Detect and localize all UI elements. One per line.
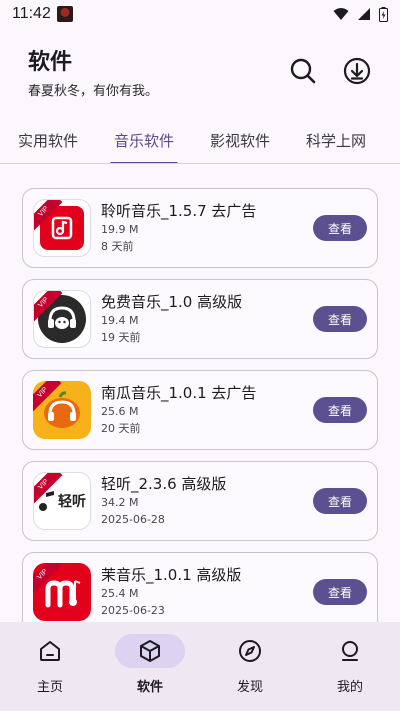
nav-pill [315,634,385,668]
notification-app-icon [56,6,73,22]
m-note-icon [45,580,81,608]
profile-icon [342,641,358,661]
app-size: 25.6 M [101,405,139,418]
bottom-navigation: 主页 软件 发现 我的 [0,622,400,711]
app-icon-pumpkin-music: VIP [33,381,91,439]
tab-wallpaper[interactable]: 壁 [384,118,400,163]
battery-icon [379,6,388,22]
nav-discover[interactable]: 发现 [200,634,300,711]
app-list: VIP 聆听音乐_1.5.7 去广告 19.9 M 8 天前 查看 VIP 免费… [22,188,378,643]
app-size: 25.4 M [101,587,139,600]
headphone-cat-icon [48,306,76,329]
tab-vpn[interactable]: 科学上网 [288,118,384,163]
view-button[interactable]: 查看 [313,579,367,605]
nav-profile[interactable]: 我的 [300,634,400,711]
status-time: 11:42 [12,5,51,22]
app-name: 南瓜音乐_1.0.1 去广告 [101,384,257,402]
app-size: 19.4 M [101,314,139,327]
wifi-icon [333,8,349,20]
header-actions [288,56,372,86]
app-name: 免费音乐_1.0 高级版 [101,293,243,311]
nav-pill [115,634,185,668]
nav-pill [15,634,85,668]
app-date: 2025-06-28 [101,513,165,526]
status-bar: 11:42 [0,0,400,28]
nav-software[interactable]: 软件 [100,634,200,711]
tab-video[interactable]: 影视软件 [192,118,288,163]
music-note-icon [51,216,73,240]
app-date: 8 天前 [101,240,134,253]
page-title: 软件 [28,50,73,75]
search-button[interactable] [288,56,318,86]
home-icon [40,641,60,661]
category-tabs: 实用软件 音乐软件 影视软件 科学上网 壁 [0,118,400,164]
app-icon-lingting: VIP [33,199,91,257]
nav-home[interactable]: 主页 [0,634,100,711]
app-name: 茉音乐_1.0.1 高级版 [101,566,242,584]
app-size: 19.9 M [101,223,139,236]
list-item[interactable]: VIP 聆听音乐_1.5.7 去广告 19.9 M 8 天前 查看 [22,188,378,268]
compass-icon [239,640,261,662]
download-icon [343,57,371,85]
app-date: 19 天前 [101,331,141,344]
app-date: 20 天前 [101,422,141,435]
nav-label: 软件 [136,680,163,695]
app-info: 茉音乐_1.0.1 高级版 25.4 M 2025-06-23 [101,565,313,619]
download-button[interactable] [342,56,372,86]
page-header: 软件 春夏秋冬，有你有我。 [28,50,278,99]
app-icon-mo-music: VIP [33,563,91,621]
status-indicators [333,6,388,22]
app-info: 聆听音乐_1.5.7 去广告 19.9 M 8 天前 [101,201,313,255]
app-icon-qingting: 轻听 VIP [33,472,91,530]
page-subtitle: 春夏秋冬，有你有我。 [28,84,159,99]
nav-label: 发现 [236,680,263,695]
nav-label: 主页 [36,680,63,695]
app-icon-free-music: VIP [33,290,91,348]
app-date: 2025-06-23 [101,604,165,617]
view-button[interactable]: 查看 [313,306,367,332]
signal-icon [358,8,370,20]
list-item[interactable]: VIP 茉音乐_1.0.1 高级版 25.4 M 2025-06-23 查看 [22,552,378,632]
app-info: 南瓜音乐_1.0.1 去广告 25.6 M 20 天前 [101,383,313,437]
nav-pill [215,634,285,668]
view-button[interactable]: 查看 [313,488,367,514]
nav-label: 我的 [336,680,363,695]
list-item[interactable]: VIP 免费音乐_1.0 高级版 19.4 M 19 天前 查看 [22,279,378,359]
app-size: 34.2 M [101,496,139,509]
cube-icon [140,640,160,662]
tab-utility[interactable]: 实用软件 [0,118,96,163]
app-icon-text: 轻听 [58,494,86,510]
view-button[interactable]: 查看 [313,215,367,241]
app-name: 轻听_2.3.6 高级版 [101,475,227,493]
search-icon [290,58,316,84]
app-info: 轻听_2.3.6 高级版 34.2 M 2025-06-28 [101,474,313,528]
tab-music[interactable]: 音乐软件 [96,118,192,163]
app-info: 免费音乐_1.0 高级版 19.4 M 19 天前 [101,292,313,346]
list-item[interactable]: VIP 南瓜音乐_1.0.1 去广告 25.6 M 20 天前 查看 [22,370,378,450]
app-name: 聆听音乐_1.5.7 去广告 [101,202,257,220]
list-item[interactable]: 轻听 VIP 轻听_2.3.6 高级版 34.2 M 2025-06-28 查看 [22,461,378,541]
view-button[interactable]: 查看 [313,397,367,423]
